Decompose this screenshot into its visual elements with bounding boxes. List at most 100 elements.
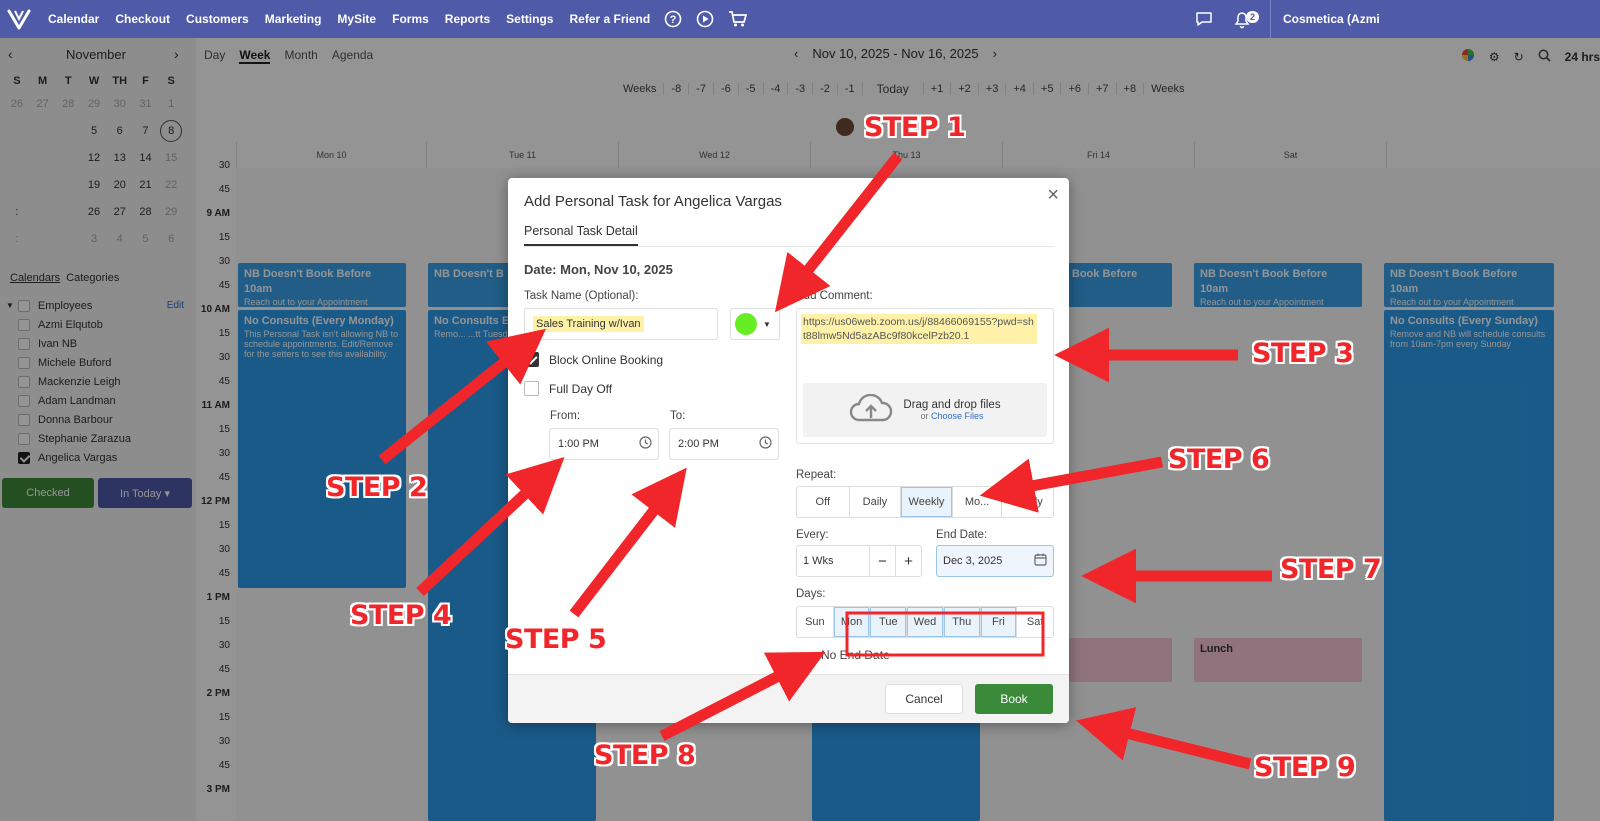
week-jump[interactable]: -2 — [812, 83, 837, 95]
nav-reports[interactable]: Reports — [445, 12, 490, 26]
calendar-day[interactable]: 28 — [55, 98, 81, 110]
week-jump[interactable]: +8 — [1115, 83, 1144, 95]
calendar-day[interactable]: 27 — [107, 206, 133, 218]
repeat-monthly[interactable]: Mo... — [951, 487, 1002, 517]
repeat-off[interactable]: Off — [797, 487, 849, 517]
calendar-day[interactable]: 28 — [133, 206, 159, 218]
end-date-input[interactable]: Dec 3, 2025 — [936, 545, 1054, 577]
employee-avatar[interactable] — [834, 116, 856, 138]
event-lunch[interactable]: Lunch — [1194, 638, 1362, 682]
calendar-day[interactable]: 15 — [158, 152, 184, 164]
calendar-day[interactable]: 6 — [107, 125, 133, 137]
calendar-day[interactable]: 19 — [81, 179, 107, 191]
task-name-input[interactable]: Sales Training w/Ivan — [524, 308, 718, 340]
employees-group-checkbox[interactable] — [17, 299, 30, 312]
nav-settings[interactable]: Settings — [506, 12, 553, 26]
in-today-dropdown[interactable]: In Today ▾ — [98, 478, 192, 508]
calendar-day[interactable]: 5 — [81, 125, 107, 137]
cancel-button[interactable]: Cancel — [885, 684, 963, 714]
nav-customers[interactable]: Customers — [186, 12, 249, 26]
today-button[interactable]: Today — [861, 82, 923, 96]
employee-checkbox[interactable] — [18, 318, 30, 331]
week-jump[interactable]: +7 — [1087, 83, 1116, 95]
increment-button[interactable]: + — [895, 546, 921, 576]
event-no-consults-monday[interactable]: No Consults (Every Monday) This Personal … — [238, 310, 406, 588]
caret-down-icon[interactable]: ▼ — [6, 301, 14, 310]
day-header[interactable]: Fri 14 — [1002, 142, 1194, 168]
week-jump[interactable]: +4 — [1005, 83, 1033, 95]
every-value[interactable]: 1 Wks — [797, 546, 869, 576]
day-toggle-sun[interactable]: Sun — [797, 607, 833, 637]
week-jump[interactable]: -7 — [688, 83, 713, 95]
repeat-weekly[interactable]: Weekly — [900, 487, 952, 517]
calendar-day[interactable]: 20 — [107, 179, 133, 191]
tab-calendars[interactable]: Calendars — [10, 272, 60, 284]
file-dropzone[interactable]: Drag and drop files or Choose Files — [803, 383, 1047, 437]
settings-gear-icon[interactable]: ⚙ — [1489, 50, 1500, 64]
calendar-day[interactable]: 27 — [30, 98, 56, 110]
day-header[interactable]: Mon 10 — [236, 142, 426, 168]
event-nb-doesnt-book[interactable]: NB Doesn't Book Before 10am Reach out to … — [1384, 263, 1554, 307]
nav-checkout[interactable]: Checkout — [115, 12, 170, 26]
week-jump[interactable]: +2 — [950, 83, 978, 95]
no-end-date-link[interactable]: No End Date — [821, 648, 890, 662]
day-toggle-sat[interactable]: Sat — [1016, 607, 1053, 637]
nav-calendar[interactable]: Calendar — [48, 12, 99, 26]
prev-month-icon[interactable]: ‹ — [8, 46, 13, 62]
employee-checkbox-checked[interactable] — [18, 451, 30, 464]
week-jump[interactable]: -6 — [712, 83, 738, 95]
vagaro-logo-icon[interactable] — [0, 0, 38, 38]
chat-icon[interactable] — [1194, 10, 1214, 28]
calendar-day[interactable]: 13 — [107, 152, 133, 164]
week-jump[interactable]: -3 — [787, 83, 812, 95]
event-no-consults-sunday[interactable]: No Consults (Every Sunday) Remove and NB … — [1384, 310, 1554, 821]
comment-textarea[interactable]: https://us06web.zoom.us/j/88466069155?pw… — [796, 308, 1054, 444]
calendar-day[interactable]: 26 — [4, 98, 30, 110]
calendar-day[interactable]: 5 — [133, 233, 159, 245]
day-header[interactable]: Sat — [1194, 142, 1386, 168]
employee-checkbox[interactable] — [18, 337, 30, 350]
repeat-yearly[interactable]: Yearly — [1001, 487, 1053, 517]
prev-week-icon[interactable]: ‹ — [794, 46, 798, 61]
shopping-cart-icon[interactable] — [728, 10, 748, 28]
calendar-day-today[interactable]: 8 — [158, 119, 184, 142]
event-nb-doesnt-book[interactable]: NB Doesn't Book Before 10am Reach out to … — [1194, 263, 1362, 307]
play-video-icon[interactable] — [696, 10, 714, 28]
week-jump[interactable]: -4 — [762, 83, 788, 95]
employee-checkbox[interactable] — [18, 375, 30, 388]
block-online-booking-row[interactable]: Block Online Booking — [524, 352, 663, 367]
calendar-day[interactable]: 14 — [133, 152, 159, 164]
calendar-day[interactable]: 12 — [81, 152, 107, 164]
week-jump[interactable]: +1 — [922, 83, 951, 95]
from-time-input[interactable]: 1:00 PM — [549, 428, 659, 460]
employee-checkbox[interactable] — [18, 394, 30, 407]
event-nb-doesnt-book[interactable]: NB Doesn't Book Before 10am Reach out to … — [238, 263, 406, 307]
color-wheel-icon[interactable] — [1461, 48, 1475, 65]
to-time-input[interactable]: 2:00 PM — [669, 428, 779, 460]
calendar-day[interactable]: 6 — [158, 233, 184, 245]
employee-checkbox[interactable] — [18, 413, 30, 426]
repeat-daily[interactable]: Daily — [848, 487, 901, 517]
book-button[interactable]: Book — [975, 684, 1053, 714]
decrement-button[interactable]: − — [869, 546, 895, 576]
choose-files-link[interactable]: Choose Files — [931, 411, 984, 421]
block-online-booking-checkbox[interactable] — [524, 352, 539, 367]
calendar-day[interactable]: 30 — [107, 98, 133, 110]
calendar-day[interactable]: 26 — [81, 206, 107, 218]
calendar-day[interactable]: 4 — [107, 233, 133, 245]
week-jump[interactable]: +6 — [1060, 83, 1088, 95]
employee-checkbox[interactable] — [18, 356, 30, 369]
edit-employees-link[interactable]: Edit — [167, 300, 184, 311]
refresh-icon[interactable]: ↻ — [1514, 50, 1524, 64]
help-icon[interactable]: ? — [664, 10, 682, 28]
tab-personal-task-detail[interactable]: Personal Task Detail — [524, 224, 638, 246]
week-jump[interactable]: -8 — [663, 83, 688, 95]
nav-marketing[interactable]: Marketing — [265, 12, 322, 26]
tab-agenda[interactable]: Agenda — [332, 48, 373, 64]
next-month-icon[interactable]: › — [174, 46, 179, 62]
day-header[interactable] — [1386, 142, 1576, 168]
next-week-icon[interactable]: › — [993, 46, 997, 61]
day-toggle-tue[interactable]: Tue — [869, 607, 907, 637]
tab-day[interactable]: Day — [204, 48, 225, 64]
calendar-day[interactable]: 7 — [133, 125, 159, 137]
